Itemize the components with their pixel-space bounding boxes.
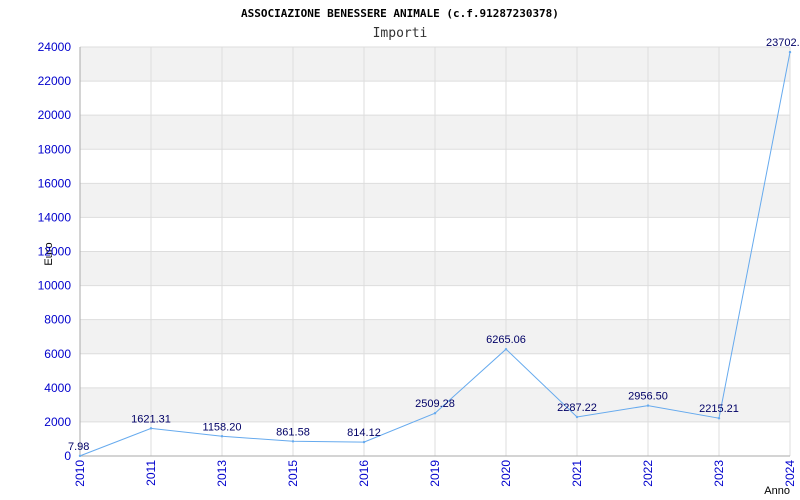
y-tick-label: 12000 <box>38 245 72 259</box>
data-label: 2956.50 <box>628 391 668 403</box>
y-tick-label: 16000 <box>38 176 72 190</box>
data-label: 6265.06 <box>486 334 526 346</box>
y-tick-label: 4000 <box>44 381 71 395</box>
data-label: 2287.22 <box>557 402 597 414</box>
data-point <box>717 417 721 420</box>
y-tick-label: 10000 <box>38 279 72 293</box>
data-label: 2509.28 <box>415 398 455 410</box>
y-tick-label: 20000 <box>38 108 72 122</box>
x-tick-label: 2021 <box>570 460 584 487</box>
data-label: 814.12 <box>347 427 381 439</box>
data-point <box>220 435 224 438</box>
data-point <box>504 348 508 351</box>
data-label: 23702. <box>766 37 800 49</box>
x-tick-label: 2013 <box>215 460 229 487</box>
line-chart: ASSOCIAZIONE BENESSERE ANIMALE (c.f.9128… <box>38 7 800 497</box>
x-tick-label: 2020 <box>499 460 513 487</box>
data-label: 1158.20 <box>203 421 242 433</box>
chart-subtitle: Importi <box>373 26 428 41</box>
data-label: 2215.21 <box>699 403 739 415</box>
data-point <box>291 440 295 443</box>
y-tick-label: 2000 <box>44 415 71 429</box>
data-point <box>78 454 82 458</box>
x-tick-label: 2024 <box>783 460 797 487</box>
x-tick-label: 2016 <box>357 460 371 487</box>
y-tick-label: 18000 <box>38 142 72 156</box>
y-tick-label: 24000 <box>38 40 72 54</box>
x-tick-label: 2011 <box>144 460 158 486</box>
y-tick-labels: 0200040006000800010000120001400016000180… <box>38 40 72 463</box>
data-label: 1621.31 <box>131 413 171 425</box>
data-label: 7.98 <box>68 441 89 453</box>
y-tick-label: 14000 <box>38 210 72 224</box>
x-tick-labels: 2010 2011 2013 2015 2016 2019 2020 2021 2022 2023… <box>73 460 797 487</box>
data-point <box>575 415 579 419</box>
data-point <box>362 440 366 444</box>
data-point <box>149 427 153 430</box>
y-tick-label: 6000 <box>44 347 71 361</box>
data-label: 861.58 <box>276 426 310 438</box>
y-tick-label: 22000 <box>38 74 72 88</box>
y-tick-label: 8000 <box>44 313 71 327</box>
x-tick-label: 2023 <box>712 460 726 487</box>
data-point <box>433 412 437 415</box>
data-point <box>788 50 792 54</box>
x-tick-label: 2022 <box>641 460 655 487</box>
data-point <box>646 404 650 407</box>
x-tick-label: 2019 <box>428 460 442 487</box>
chart-title: ASSOCIAZIONE BENESSERE ANIMALE (c.f.9128… <box>241 7 559 20</box>
x-tick-label: 2015 <box>286 460 300 487</box>
x-tick-label: 2010 <box>73 460 87 487</box>
